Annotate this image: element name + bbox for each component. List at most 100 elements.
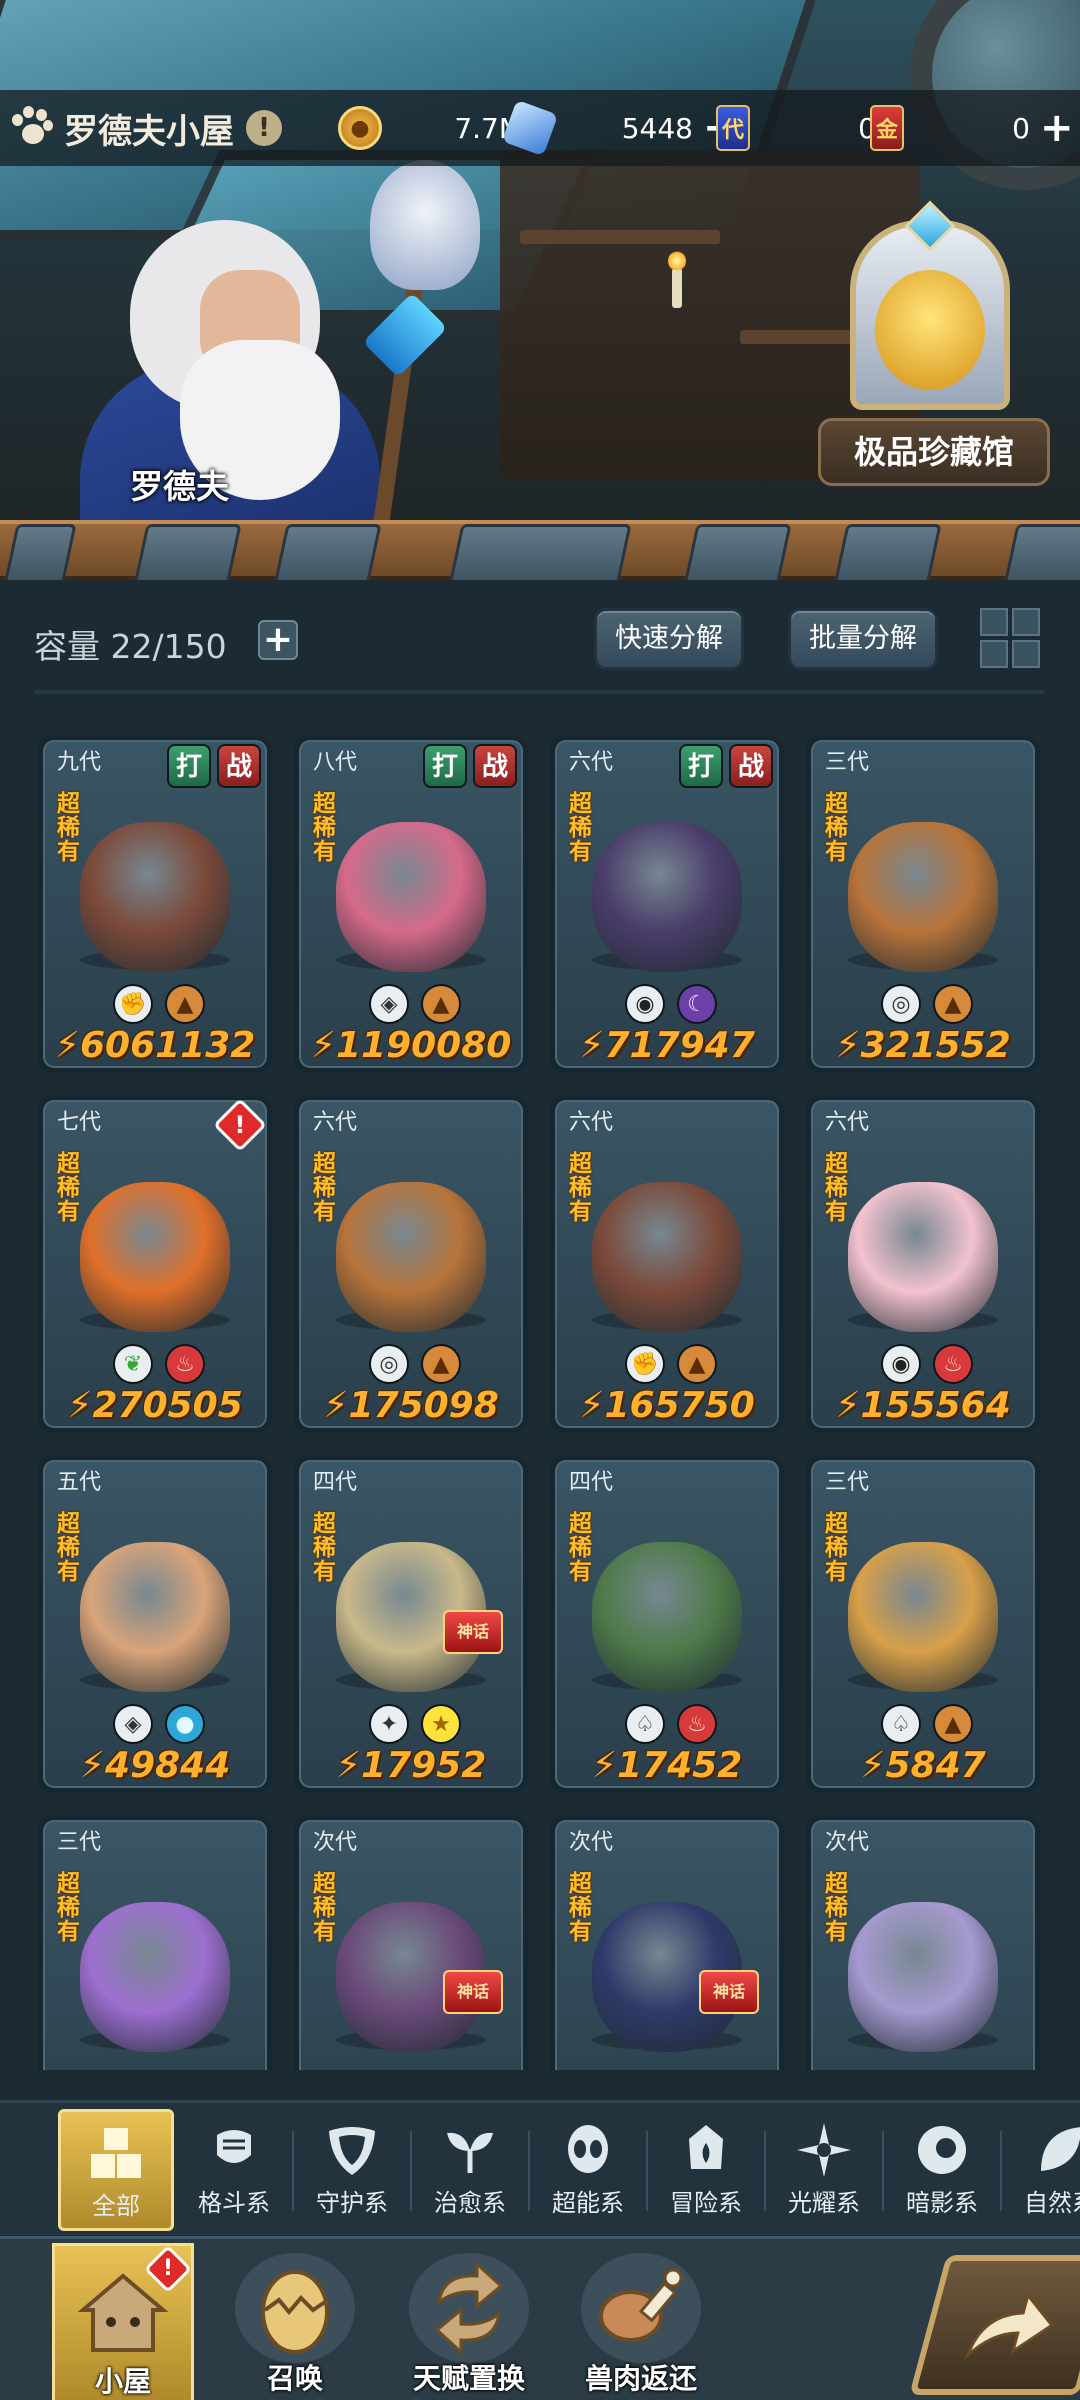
pet-card[interactable]: 四代 超稀有 神话 ✦ ★ ⚡17952 <box>294 1455 528 1793</box>
creature-portrait <box>336 822 486 973</box>
sprout-icon <box>441 2121 499 2179</box>
page-title: 罗德夫小屋 <box>64 111 234 152</box>
house-title: 罗德夫小屋 ! <box>10 102 282 154</box>
category-tabs: 全部 格斗系 守护系 治愈系 超能系 冒险系 光耀系 暗影系 自然系 <box>0 2100 1080 2235</box>
fist-icon <box>205 2121 263 2179</box>
paw-icon <box>10 106 54 150</box>
power-value: ⚡321552 <box>835 1025 1011 1066</box>
app-root: 罗德夫 极品珍藏馆 罗德夫小屋 ! ● 7.7M 5448 代 0 金 0 + … <box>0 0 1080 2400</box>
category-tab[interactable]: 格斗系 <box>176 2109 294 2231</box>
pet-card[interactable]: 四代 超稀有 ♤ ♨ ⚡17452 <box>550 1455 784 1793</box>
creature-portrait <box>80 1182 230 1333</box>
power-value: ⚡49844 <box>79 1745 231 1786</box>
category-tab-label: 光耀系 <box>788 2189 860 2217</box>
pet-panel: 容量 22/150 + 快速分解 批量分解 九代超稀有 打战 ✊ ▲ ⚡6061132 八… <box>0 580 1080 2100</box>
rarity-label: 超稀有 <box>569 1511 592 1585</box>
pet-card[interactable]: 五代 超稀有 ◈ ● ⚡49844 <box>38 1455 272 1793</box>
power-value: ⚡17952 <box>335 1745 487 1786</box>
arrow-right-icon <box>964 2291 1055 2360</box>
creature-portrait <box>80 1902 230 2053</box>
pet-card[interactable]: 三代 超稀有 ♤ ▲ ⚡5847 <box>806 1455 1040 1793</box>
nav-label: 天赋置换 <box>412 2362 525 2395</box>
capacity-label: 容量 22/150 <box>34 627 227 666</box>
creature-portrait <box>80 1542 230 1693</box>
pet-card[interactable]: 三代 超稀有 ◎ ▲ ⚡321552 <box>806 735 1040 1073</box>
pet-card[interactable]: 次代 超稀有 神话 <box>294 1815 528 2070</box>
category-tab[interactable]: 光耀系 <box>766 2109 884 2231</box>
top-bar: 罗德夫小屋 ! ● 7.7M 5448 + 代 0 金 0 + <box>0 90 1080 166</box>
all-blocks-icon <box>87 2124 145 2182</box>
museum-button[interactable]: 极品珍藏馆 <box>818 418 1050 486</box>
red-ticket-value: 0 <box>1012 111 1030 145</box>
power-value: ⚡155564 <box>835 1385 1011 1426</box>
mythic-badge: 神话 <box>699 1970 759 2014</box>
category-tab-label: 超能系 <box>552 2189 624 2217</box>
pet-card[interactable]: 三代 超稀有 <box>38 1815 272 2070</box>
mythic-badge: 神话 <box>443 1970 503 2014</box>
alien-icon <box>559 2121 617 2179</box>
pet-card[interactable]: 七代 超稀有! ❦ ♨ ⚡270505 <box>38 1095 272 1433</box>
rarity-label: 超稀有 <box>313 1151 336 1225</box>
candle <box>672 268 682 308</box>
creature-portrait <box>80 822 230 973</box>
category-tab[interactable]: 自然系 <box>1002 2109 1080 2231</box>
power-value: ⚡175098 <box>323 1385 499 1426</box>
creature-portrait <box>592 1182 742 1333</box>
battle-badge: 战 <box>729 744 773 788</box>
pet-card[interactable]: 次代 超稀有 <box>806 1815 1040 2070</box>
pet-card[interactable]: 八代 超稀有 打战 ◈ ▲ ⚡1190080 <box>294 735 528 1073</box>
add-ticket-button[interactable]: + <box>1040 108 1074 148</box>
power-value: ⚡717947 <box>579 1025 755 1066</box>
expand-capacity-button[interactable]: + <box>258 620 298 660</box>
beam-plate <box>273 524 382 585</box>
pet-card[interactable]: 六代 超稀有 ◎ ▲ ⚡175098 <box>294 1095 528 1433</box>
red-ticket-resource: 金 0 + <box>870 104 1074 152</box>
guardian-icon: ◈ <box>369 984 409 1024</box>
rarity-label: 超稀有 <box>569 1151 592 1225</box>
category-tab[interactable]: 治愈系 <box>412 2109 530 2231</box>
bottom-nav: 小屋 ! 召唤 天赋置换 兽肉返还 <box>0 2236 1080 2400</box>
rarity-label: 超稀有 <box>57 791 80 865</box>
category-tab-label: 冒险系 <box>670 2189 742 2217</box>
pet-card[interactable]: 六代 超稀有 ✊ ▲ ⚡165750 <box>550 1095 784 1433</box>
nav-button[interactable]: 天赋置换 <box>398 2243 540 2400</box>
pet-card[interactable]: 次代 超稀有 神话 <box>550 1815 784 2070</box>
shield-icon <box>323 2121 381 2179</box>
category-tab-label: 全部 <box>92 2192 140 2220</box>
healing-icon: ❦ <box>113 1344 153 1384</box>
creature-portrait <box>592 822 742 973</box>
fighting-icon: ✊ <box>113 984 153 1024</box>
rarity-label: 超稀有 <box>825 1151 848 1225</box>
earth-icon: ▲ <box>933 984 973 1024</box>
fight-badge: 打 <box>679 744 723 788</box>
swap-icon <box>409 2253 529 2363</box>
rarity-label: 超稀有 <box>825 1871 848 1945</box>
golden-statue <box>875 270 985 390</box>
generation-label: 三代 <box>825 750 870 775</box>
info-icon[interactable]: ! <box>246 110 282 146</box>
category-tab[interactable]: 冒险系 <box>648 2109 766 2231</box>
pet-card[interactable]: 六代 超稀有 打战 ◉ ☾ ⚡717947 <box>550 735 784 1073</box>
wizard-npc[interactable] <box>60 220 420 560</box>
gold-resource: ● 7.7M <box>338 104 523 152</box>
gold-value: 7.7M <box>454 111 523 145</box>
go-button[interactable] <box>909 2255 1080 2395</box>
nav-button[interactable]: 召唤 <box>224 2243 366 2400</box>
category-tab[interactable]: 超能系 <box>530 2109 648 2231</box>
power-value: ⚡6061132 <box>54 1025 256 1066</box>
grid-view-icon[interactable] <box>980 608 1040 668</box>
category-tab[interactable]: 全部 <box>58 2109 174 2231</box>
generation-label: 六代 <box>569 1110 614 1135</box>
nav-label: 召唤 <box>266 2362 323 2395</box>
batch-decompose-button[interactable]: 批量分解 <box>788 608 938 670</box>
category-tab[interactable]: 暗影系 <box>884 2109 1002 2231</box>
divider <box>34 690 1044 694</box>
quick-decompose-button[interactable]: 快速分解 <box>594 608 744 670</box>
pet-card[interactable]: 九代 超稀有 打战 ✊ ▲ ⚡6061132 <box>38 735 272 1073</box>
pet-card[interactable]: 六代 超稀有 ◉ ♨ ⚡155564 <box>806 1095 1040 1433</box>
category-tab[interactable]: 守护系 <box>294 2109 412 2231</box>
nav-button[interactable]: 小屋 ! <box>52 2243 194 2400</box>
generation-label: 七代 <box>57 1110 102 1135</box>
generation-label: 九代 <box>57 750 102 775</box>
nav-button[interactable]: 兽肉返还 <box>570 2243 712 2400</box>
